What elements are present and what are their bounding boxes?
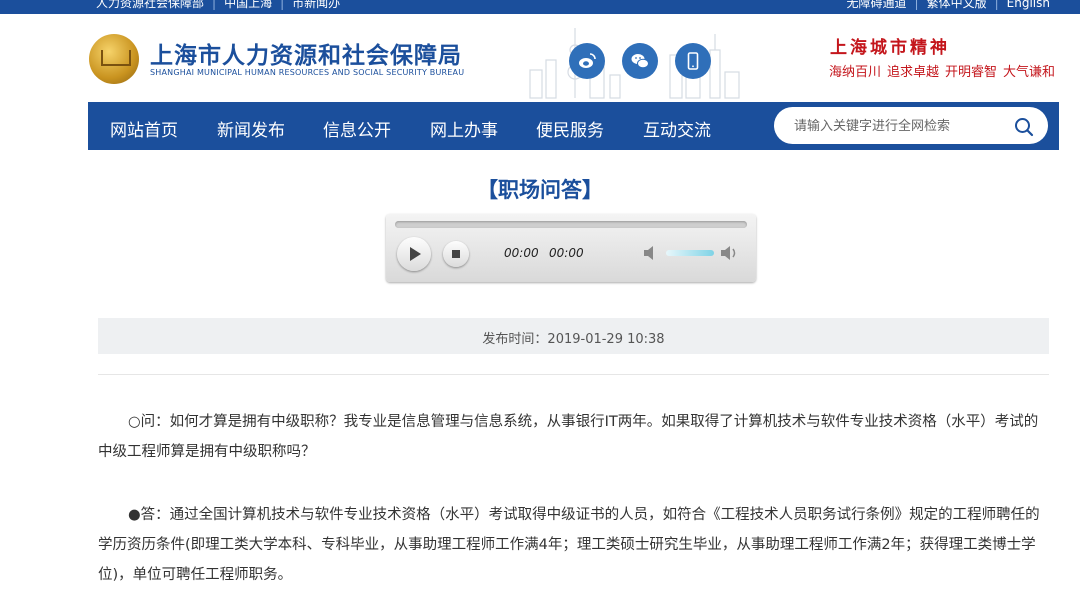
top-left-links: 人力资源社会保障部 | 中国上海 | 市新闻办 [96, 0, 340, 11]
weibo-icon [579, 53, 596, 68]
top-link-accessibility[interactable]: 无障碍通道 [847, 0, 907, 10]
volume-slider[interactable] [666, 250, 714, 256]
stop-icon [452, 250, 460, 258]
nav-item-home[interactable]: 网站首页 [110, 116, 178, 141]
current-time: 00:00 [504, 246, 539, 260]
stop-button[interactable] [443, 241, 469, 267]
duration: 00:00 [549, 246, 584, 260]
top-right-links: 无障碍通道 | 繁体中文版 | English [847, 0, 1050, 11]
site-search [774, 107, 1048, 144]
search-input[interactable] [792, 116, 1006, 136]
motto-2: 追求卓越 [887, 65, 940, 80]
audio-progress-bar[interactable] [395, 221, 747, 228]
top-link-traditional-chinese[interactable]: 繁体中文版 [927, 0, 987, 10]
nav-item-interaction[interactable]: 互动交流 [643, 116, 711, 141]
answer-paragraph: ●答：通过全国计算机技术与软件专业技术资格（水平）考试取得中级证书的人员，如符合… [98, 507, 1040, 583]
article-title: 【职场问答】 [477, 178, 603, 202]
volume-max-icon[interactable] [719, 244, 739, 262]
top-links-bar: 人力资源社会保障部 | 中国上海 | 市新闻办 无障碍通道 | 繁体中文版 | English [0, 0, 1080, 14]
top-link-china-shanghai[interactable]: 中国上海 [224, 0, 272, 10]
bureau-emblem-logo[interactable] [89, 34, 139, 84]
main-nav: 网站首页 新闻发布 信息公开 网上办事 便民服务 互动交流 [88, 102, 1059, 150]
nav-item-public-services[interactable]: 便民服务 [536, 116, 604, 141]
weibo-button[interactable] [569, 43, 605, 79]
play-icon [410, 247, 421, 261]
top-link-mohrss[interactable]: 人力资源社会保障部 [96, 0, 204, 10]
publish-info-bar: 发布时间：2019-01-29 10:38 [98, 318, 1049, 354]
search-icon[interactable] [1014, 117, 1034, 137]
mobile-site-button[interactable] [675, 43, 711, 79]
publish-time: 发布时间：2019-01-29 10:38 [482, 332, 665, 347]
play-button[interactable] [397, 237, 431, 271]
question-paragraph: ○问：如何才算是拥有中级职称？我专业是信息管理与信息系统，从事银行IT两年。如果… [98, 414, 1039, 460]
top-link-english[interactable]: English [1007, 0, 1050, 10]
mute-icon[interactable] [642, 245, 660, 261]
motto-1: 海纳百川 [829, 65, 882, 80]
wechat-icon [631, 54, 649, 69]
audio-player: 00:00 00:00 [386, 214, 756, 282]
motto-3: 开明睿智 [945, 65, 998, 80]
wechat-button[interactable] [622, 43, 658, 79]
motto-4: 大气谦和 [1003, 65, 1056, 80]
nav-item-online-services[interactable]: 网上办事 [430, 116, 498, 141]
mobile-icon [687, 52, 699, 70]
top-link-news-office[interactable]: 市新闻办 [292, 0, 340, 10]
city-spirit-title: 上海城市精神 [830, 38, 950, 58]
nav-item-news[interactable]: 新闻发布 [217, 116, 285, 141]
site-title-cn[interactable]: 上海市人力资源和社会保障局 [150, 36, 462, 70]
city-spirit-mottos: 海纳百川 追求卓越 开明睿智 大气谦和 [829, 61, 1061, 80]
nav-item-info-disclosure[interactable]: 信息公开 [323, 116, 391, 141]
site-title-en: SHANGHAI MUNICIPAL HUMAN RESOURCES AND S… [150, 68, 465, 77]
divider [98, 374, 1049, 375]
